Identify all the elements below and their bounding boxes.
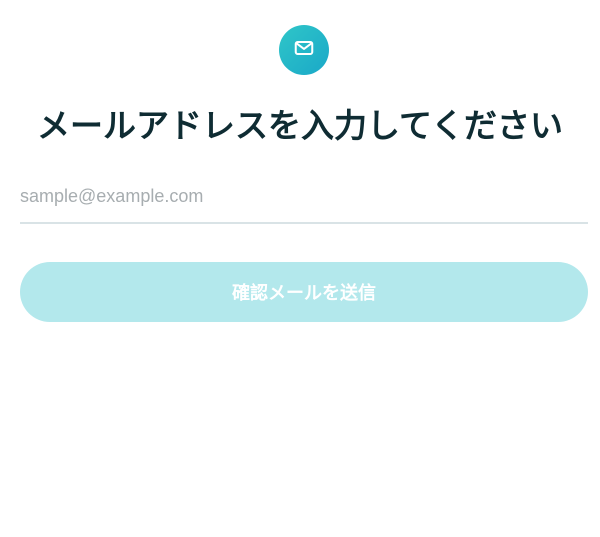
send-confirmation-email-button[interactable]: 確認メールを送信 xyxy=(20,262,588,322)
email-field[interactable] xyxy=(20,170,588,224)
mail-icon-badge xyxy=(279,25,329,75)
page-title: メールアドレスを入力してください xyxy=(36,106,564,146)
mail-icon xyxy=(293,37,315,63)
